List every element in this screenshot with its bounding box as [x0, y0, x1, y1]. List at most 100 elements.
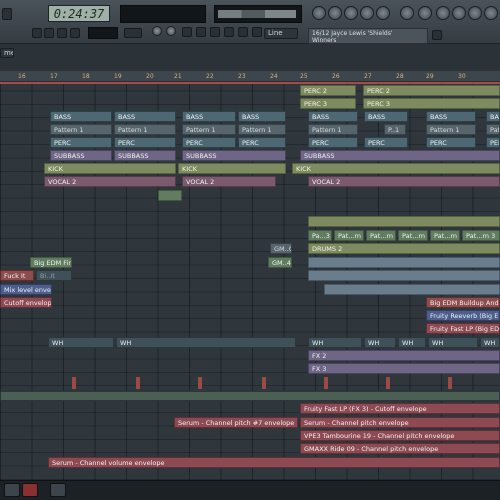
clip-bass[interactable]: BASS [426, 111, 476, 122]
playlist-icon[interactable] [312, 6, 326, 20]
clip-note-strip[interactable] [308, 270, 500, 281]
step-edit-button[interactable] [224, 27, 234, 37]
clip-pattern1[interactable]: Pattern 1 [426, 124, 476, 135]
online-icon[interactable] [432, 30, 442, 40]
clip-subbass[interactable]: SUBBASS [50, 150, 112, 161]
menu-icon[interactable] [2, 8, 12, 20]
clip-wh[interactable]: WH [480, 337, 500, 348]
clip-blip[interactable] [324, 377, 328, 389]
play-button[interactable] [44, 28, 54, 38]
clip-small-pattern[interactable] [158, 190, 182, 201]
clip-blip[interactable] [72, 377, 76, 389]
clip-fruity-reeverb-envelope[interactable]: Fruity Reeverb (Big E... M [426, 310, 500, 321]
clip-pattern1[interactable]: Pattern 1 [50, 124, 112, 135]
clip-drums2[interactable]: DRUMS 2 [308, 243, 500, 254]
clip-big-edm-fire[interactable]: Big EDM Fire [30, 257, 72, 268]
clip-subbass[interactable]: SUBBASS [182, 150, 286, 161]
loop-record-button[interactable] [252, 27, 262, 37]
clip-serum-pitch-envelope[interactable]: Serum - Channel pitch envelope [300, 417, 500, 428]
clip-fx3[interactable]: FX 3 [308, 363, 500, 374]
clip-perc[interactable]: PERC [308, 137, 358, 148]
clip-bass[interactable]: BASS [486, 111, 500, 122]
clip-pattern1[interactable]: P..1 [384, 124, 406, 135]
taskbar-app-icon[interactable] [50, 483, 66, 497]
gear-icon[interactable] [452, 6, 466, 20]
clip-wh[interactable]: WH [308, 337, 362, 348]
clip-vocal2[interactable]: VOCAL 2 [308, 176, 500, 187]
clip-pattern3[interactable]: Pat...rn 3 [462, 230, 500, 241]
clip-perc[interactable]: PERC [238, 137, 286, 148]
timeline-ruler[interactable] [0, 71, 500, 82]
clip-fx3-cutoff-envelope[interactable]: Fruity Fast LP (FX 3) - Cutoff envelope [300, 403, 500, 414]
clip-perc3[interactable]: PERC 3 [300, 98, 356, 109]
clip-bass[interactable]: BASS [364, 111, 408, 122]
clip-pattern1[interactable]: Pattern 1 [486, 124, 500, 135]
clip-perc[interactable]: PERC [182, 137, 236, 148]
clip-wh[interactable]: WH [116, 337, 296, 348]
clip-pattern3[interactable]: Pat...rn 3 [430, 230, 460, 241]
clip-pattern1[interactable]: Pattern 1 [182, 124, 236, 135]
clip-note-strip[interactable] [324, 284, 500, 295]
clip-perc2[interactable]: PERC 2 [300, 85, 356, 96]
cpu-icon[interactable] [436, 6, 450, 20]
clip-perc[interactable]: PERC [364, 137, 408, 148]
blend-button[interactable] [196, 27, 206, 37]
clip-perc[interactable]: PERC [486, 137, 500, 148]
clip-pattern3[interactable]: Pat...rn 3 [398, 230, 428, 241]
clip-pattern1[interactable]: Pattern 1 [114, 124, 176, 135]
snap-select[interactable]: Line [264, 28, 298, 39]
clip-wh[interactable]: WH [364, 337, 396, 348]
clip-wh[interactable]: WH [398, 337, 426, 348]
master-pitch-knob[interactable] [166, 26, 176, 36]
overdub-button[interactable] [238, 27, 248, 37]
clip-pattern1[interactable]: Pattern 1 [238, 124, 286, 135]
stop-button[interactable] [57, 28, 67, 38]
clip-kick[interactable]: KICK [44, 163, 176, 174]
clip-note-strip[interactable] [308, 257, 500, 268]
clip-vocal2[interactable]: VOCAL 2 [182, 176, 276, 187]
clip-serum-volume-envelope[interactable]: Serum - Channel volume envelope [48, 457, 500, 468]
clip-pattern1[interactable]: Pattern 1 [308, 124, 358, 135]
record-button[interactable] [70, 28, 80, 38]
clip-fx2[interactable]: FX 2 [308, 350, 500, 361]
clip-perc[interactable]: PERC [114, 137, 176, 148]
browser-icon[interactable] [376, 6, 390, 20]
piano-roll-icon[interactable] [328, 6, 342, 20]
plugin-picker-icon[interactable] [400, 6, 414, 20]
channel-rack-icon[interactable] [344, 6, 358, 20]
clip-gmaxx-envelope[interactable]: GMAXX Ride 09 - Channel pitch envelope [300, 443, 500, 454]
clip-gm[interactable]: GM..G [270, 243, 292, 254]
clip-gm[interactable]: GM..4 [268, 257, 292, 268]
tools-icon[interactable] [484, 6, 498, 20]
clip-vpe3-envelope[interactable]: VPE3 Tambourine 19 - Channel pitch envel… [300, 430, 500, 441]
mixer-icon[interactable] [360, 6, 374, 20]
master-volume-knob[interactable] [152, 26, 162, 36]
clip-perc[interactable]: PERC [426, 137, 476, 148]
clip-perc[interactable]: PERC [50, 137, 112, 148]
clip-vocal2[interactable]: VOCAL 2 [44, 176, 176, 187]
clip-blip[interactable] [448, 377, 452, 389]
metronome-button[interactable] [124, 28, 142, 38]
clip-pattern3[interactable]: Pa...3 [308, 230, 332, 241]
clip-bass[interactable]: BASS [238, 111, 286, 122]
clip-mix-level-envelope[interactable]: Mix level envelope [0, 284, 52, 295]
clip-bass[interactable]: BASS [50, 111, 112, 122]
clip-wh[interactable]: WH [48, 337, 114, 348]
clip-subbass[interactable]: SUBBASS [114, 150, 176, 161]
clip-kick[interactable]: KICK [292, 163, 500, 174]
pattern-song-toggle[interactable] [32, 28, 42, 38]
clip-blip[interactable] [262, 377, 266, 389]
clip-automation-lane[interactable] [0, 391, 500, 401]
typing-keyboard-button[interactable] [210, 27, 220, 37]
clip-perc3[interactable]: PERC 3 [363, 98, 500, 109]
clip-subbass[interactable]: SUBBASS [300, 150, 500, 161]
clip-blip[interactable] [386, 377, 390, 389]
clip-pattern3[interactable]: Pat...rn 3 [366, 230, 396, 241]
clip-fruity-fast-lp-envelope[interactable]: Fruity Fast LP (Big ED. It) [426, 323, 500, 334]
snap-button[interactable] [182, 27, 192, 37]
clip-big-edm-buildup[interactable]: Big EDM Buildup And [426, 297, 500, 308]
clip-bi-it[interactable]: Bi..It [36, 270, 72, 281]
clip-perc2[interactable]: PERC 2 [363, 85, 500, 96]
song-time-display[interactable]: 0:24:37 [48, 5, 110, 22]
clip-bass[interactable]: BASS [308, 111, 358, 122]
